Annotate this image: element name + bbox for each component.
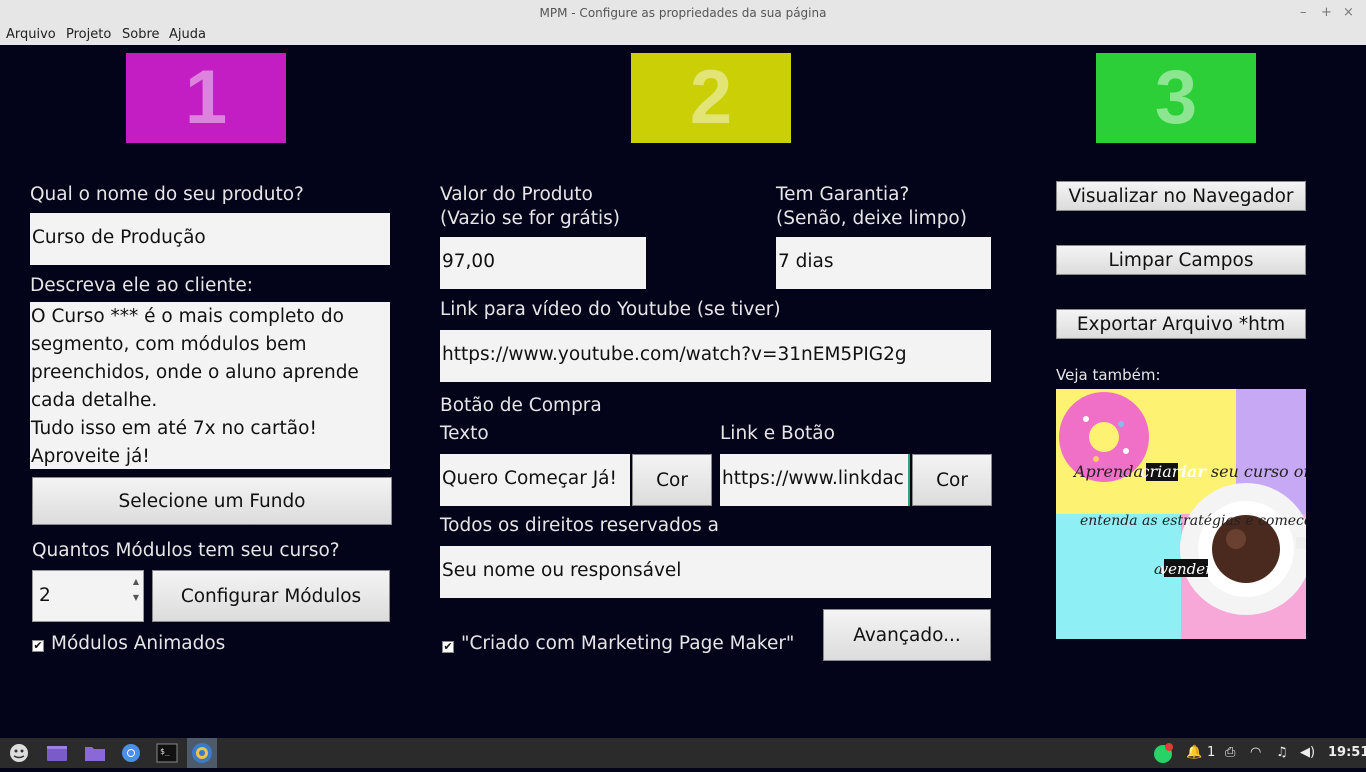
show-desktop-icon[interactable] [46, 743, 68, 763]
clear-fields-button[interactable]: Limpar Campos [1056, 245, 1306, 275]
select-background-button[interactable]: Selecione um Fundo [32, 477, 392, 525]
ad-line-1: Aprenda a criar seu curso online, [1072, 462, 1306, 481]
description-label: Descreva ele ao cliente: [30, 275, 253, 296]
spin-down-icon[interactable]: ▼ [133, 573, 139, 621]
maximize-button[interactable]: + [1321, 5, 1332, 20]
button-text-color-button[interactable]: Cor [632, 454, 712, 506]
step-3-box: 3 [1096, 53, 1256, 143]
buy-button-label: Botão de Compra [440, 395, 602, 416]
button-link-input[interactable]: https://www.linkdac [720, 454, 910, 506]
menu-bar: Arquivo Projeto Sobre Ajuda [0, 26, 1366, 45]
preview-in-browser-button[interactable]: Visualizar no Navegador [1056, 181, 1306, 211]
svg-text:criar: criar [1141, 462, 1181, 481]
modules-count-spinner[interactable]: 2 ▲ ▼ [32, 570, 144, 622]
close-button[interactable]: × [1343, 5, 1354, 20]
step-1-box: 1 [126, 53, 286, 143]
menu-ajuda[interactable]: Ajuda [169, 27, 206, 42]
configure-modules-button[interactable]: Configurar Módulos [152, 570, 390, 622]
window-title: MPM - Configure as propriedades da sua p… [539, 6, 827, 20]
terminal-icon[interactable]: $_ [156, 743, 178, 763]
music-icon[interactable]: ♫ [1276, 745, 1288, 760]
rights-label: Todos os direitos reservados a [440, 515, 719, 536]
price-label: Valor do Produto (Vazio se for grátis) [440, 184, 620, 229]
button-text-input[interactable]: Quero Começar Já! [440, 454, 630, 506]
warranty-input[interactable]: 7 dias [776, 237, 991, 289]
title-bar: MPM - Configure as propriedades da sua p… [0, 0, 1366, 26]
svg-text:vender: vender [1160, 560, 1213, 578]
active-app-mpm[interactable] [187, 738, 217, 768]
price-input[interactable]: 97,00 [440, 237, 646, 289]
chrome-icon[interactable] [120, 743, 142, 763]
ad-line-2: entenda as estratégias e comece [1080, 513, 1306, 529]
animated-modules-label: Módulos Animados [51, 633, 226, 654]
taskbar: $_ 🔔 1 ⎙ ◠ ♫ ◀) 19:51 [0, 738, 1366, 768]
see-also-label: Veja também: [1056, 366, 1161, 384]
button-link-color-button[interactable]: Cor [912, 454, 992, 506]
modules-count-label: Quantos Módulos tem seu curso? [32, 540, 340, 561]
advanced-button[interactable]: Avançado... [823, 609, 991, 661]
button-link-label: Link e Botão [720, 423, 835, 444]
volume-icon[interactable]: ◀) [1300, 745, 1315, 760]
step-2-box: 2 [631, 53, 791, 143]
minimize-button[interactable]: – [1300, 5, 1307, 20]
product-name-input[interactable]: Curso de Produção [30, 213, 390, 265]
youtube-input[interactable]: https://www.youtube.com/watch?v=31nEM5PI… [440, 330, 991, 382]
menu-projeto[interactable]: Projeto [66, 27, 111, 42]
warranty-label: Tem Garantia? (Senão, deixe limpo) [776, 184, 967, 229]
file-manager-icon[interactable] [84, 743, 106, 763]
menu-arquivo[interactable]: Arquivo [6, 27, 56, 42]
rights-input[interactable]: Seu nome ou responsável [440, 546, 991, 598]
description-textarea[interactable]: O Curso *** é o mais completo do segment… [30, 302, 390, 469]
notifications-count: 1 [1207, 745, 1216, 760]
mpm-app-icon [192, 743, 212, 763]
animated-modules-checkbox[interactable]: ✔ [32, 640, 44, 652]
advertisement-banner[interactable]: Aprenda a criar seu curso online, criar … [1056, 389, 1306, 639]
menu-sobre[interactable]: Sobre [122, 27, 160, 42]
start-menu-icon[interactable] [8, 743, 30, 763]
youtube-label: Link para vídeo do Youtube (se tiver) [440, 299, 781, 320]
export-file-button[interactable]: Exportar Arquivo *htm [1056, 309, 1306, 339]
whatsapp-icon[interactable] [1152, 743, 1174, 763]
ad-artwork: Aprenda a criar seu curso online, criar … [1056, 389, 1306, 639]
created-with-label: "Criado com Marketing Page Maker" [461, 633, 795, 654]
button-text-label: Texto [440, 423, 489, 444]
svg-text:$_: $_ [160, 747, 170, 756]
product-name-label: Qual o nome do seu produto? [30, 184, 304, 205]
notifications-icon[interactable]: 🔔 [1186, 745, 1202, 760]
printer-icon[interactable]: ⎙ [1225, 745, 1235, 760]
clock: 19:51 [1328, 745, 1366, 760]
modules-count-value: 2 [39, 585, 51, 606]
created-with-checkbox[interactable]: ✔ [442, 641, 454, 653]
wifi-icon[interactable]: ◠ [1250, 745, 1261, 760]
main-panel: 1 2 3 Qual o nome do seu produto? Curso … [0, 45, 1366, 738]
